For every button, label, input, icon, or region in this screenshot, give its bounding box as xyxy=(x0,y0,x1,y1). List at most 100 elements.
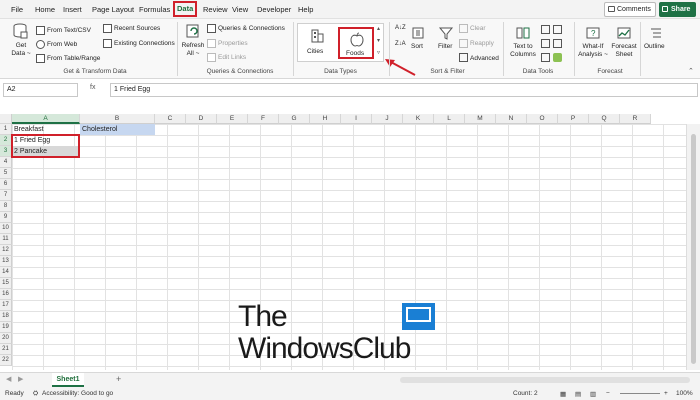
consolidate-icon[interactable] xyxy=(541,53,550,62)
vertical-scrollbar[interactable] xyxy=(686,124,700,370)
row-header-10[interactable]: 10 xyxy=(0,223,12,234)
tab-data[interactable]: Data xyxy=(173,1,198,17)
column-header-g[interactable]: G xyxy=(279,114,310,124)
row-header-5[interactable]: 5 xyxy=(0,168,12,179)
advanced[interactable]: Advanced xyxy=(470,55,499,62)
row-header-12[interactable]: 12 xyxy=(0,245,12,256)
queries-connections[interactable]: Queries & Connections xyxy=(218,25,285,32)
text-to-columns-button[interactable]: Text to Columns xyxy=(508,23,538,65)
cities-button[interactable]: Cities xyxy=(302,27,332,61)
tab-insert[interactable]: Insert xyxy=(61,3,84,16)
forecast-sheet-button[interactable]: Forecast Sheet xyxy=(610,23,638,65)
add-sheet-button[interactable]: + xyxy=(116,374,121,384)
comments-button[interactable]: Comments xyxy=(604,2,656,17)
row-header-15[interactable]: 15 xyxy=(0,278,12,289)
row-header-16[interactable]: 16 xyxy=(0,289,12,300)
formula-input[interactable]: 1 Fried Egg xyxy=(110,83,698,97)
row-header-9[interactable]: 9 xyxy=(0,212,12,223)
column-header-c[interactable]: C xyxy=(155,114,186,124)
row-header-8[interactable]: 8 xyxy=(0,201,12,212)
refresh-all-button[interactable]: Refresh All ~ xyxy=(181,23,205,65)
column-header-q[interactable]: Q xyxy=(589,114,620,124)
tab-developer[interactable]: Developer xyxy=(255,3,293,16)
column-header-f[interactable]: F xyxy=(248,114,279,124)
sort-az-icon[interactable]: A↓Z xyxy=(395,25,406,31)
tab-help[interactable]: Help xyxy=(296,3,315,16)
row-header-21[interactable]: 21 xyxy=(0,344,12,355)
tab-formulas[interactable]: Formulas xyxy=(137,3,172,16)
column-header-r[interactable]: R xyxy=(620,114,651,124)
chevron-up-icon[interactable]: ▴ xyxy=(377,25,380,32)
column-header-n[interactable]: N xyxy=(496,114,527,124)
row-header-11[interactable]: 11 xyxy=(0,234,12,245)
more-icon[interactable]: ▿ xyxy=(377,49,380,56)
outline-button[interactable]: Outline xyxy=(643,23,669,65)
select-all-corner[interactable] xyxy=(0,114,12,124)
column-header-d[interactable]: D xyxy=(186,114,217,124)
column-header-p[interactable]: P xyxy=(558,114,589,124)
next-sheet-icon[interactable]: ▶ xyxy=(18,375,23,383)
tab-file[interactable]: File xyxy=(9,3,25,16)
remove-duplicates-icon[interactable] xyxy=(553,25,562,34)
row-header-13[interactable]: 13 xyxy=(0,256,12,267)
flash-fill-icon[interactable] xyxy=(541,25,550,34)
fx-icon[interactable]: fx xyxy=(90,84,95,91)
row-header-17[interactable]: 17 xyxy=(0,300,12,311)
tab-page-layout[interactable]: Page Layout xyxy=(90,3,136,16)
from-table-range[interactable]: From Table/Range xyxy=(47,55,100,62)
column-header-o[interactable]: O xyxy=(527,114,558,124)
row-header-14[interactable]: 14 xyxy=(0,267,12,278)
zoom-in-icon[interactable]: + xyxy=(664,390,668,397)
tab-view[interactable]: View xyxy=(230,3,250,16)
column-header-i[interactable]: I xyxy=(341,114,372,124)
ribbon-separator xyxy=(574,22,575,76)
from-web[interactable]: From Web xyxy=(47,41,77,48)
from-text-csv[interactable]: From Text/CSV xyxy=(47,27,91,34)
whatif-button[interactable]: ? What-If Analysis ~ xyxy=(578,23,608,65)
row-header-6[interactable]: 6 xyxy=(0,179,12,190)
normal-view-icon[interactable]: ▦ xyxy=(560,390,566,398)
page-break-view-icon[interactable]: ▥ xyxy=(590,390,596,398)
zoom-slider[interactable] xyxy=(620,393,660,394)
recent-sources[interactable]: Recent Sources xyxy=(114,25,160,32)
page-layout-view-icon[interactable]: ▤ xyxy=(575,390,581,398)
foods-button[interactable]: Foods xyxy=(338,27,374,59)
row-header-7[interactable]: 7 xyxy=(0,190,12,201)
row-header-4[interactable]: 4 xyxy=(0,157,12,168)
column-header-a[interactable]: A xyxy=(12,114,80,124)
tab-home[interactable]: Home xyxy=(33,3,57,16)
filter-button[interactable]: Filter xyxy=(435,23,457,65)
row-header-22[interactable]: 22 xyxy=(0,355,12,366)
status-accessibility[interactable]: Accessibility: Good to go xyxy=(42,390,113,397)
data-validation-icon[interactable] xyxy=(541,39,550,48)
sort-button[interactable]: Sort xyxy=(408,23,428,65)
column-header-b[interactable]: B xyxy=(80,114,155,124)
relationships-icon[interactable] xyxy=(553,39,562,48)
get-data-button[interactable]: Get Data ~ xyxy=(6,23,34,65)
horizontal-scrollbar[interactable] xyxy=(400,377,690,383)
accessibility-icon[interactable]: ⛭ xyxy=(33,390,38,398)
column-header-k[interactable]: K xyxy=(403,114,434,124)
column-header-e[interactable]: E xyxy=(217,114,248,124)
sort-za-icon[interactable]: Z↓A xyxy=(395,41,406,47)
row-header-19[interactable]: 19 xyxy=(0,322,12,333)
column-header-h[interactable]: H xyxy=(310,114,341,124)
column-header-j[interactable]: J xyxy=(372,114,403,124)
column-header-m[interactable]: M xyxy=(465,114,496,124)
prev-sheet-icon[interactable]: ◀ xyxy=(6,375,11,383)
collapse-ribbon-icon[interactable]: ⌃ xyxy=(688,67,694,75)
row-header-18[interactable]: 18 xyxy=(0,311,12,322)
row-header-20[interactable]: 20 xyxy=(0,333,12,344)
existing-connections[interactable]: Existing Connections xyxy=(114,40,175,47)
zoom-level[interactable]: 100% xyxy=(676,390,693,397)
tab-review[interactable]: Review xyxy=(201,3,230,16)
name-box[interactable]: A2 xyxy=(3,83,78,97)
zoom-out-icon[interactable]: − xyxy=(606,390,610,397)
vertical-scroll-thumb[interactable] xyxy=(691,134,696,364)
share-button[interactable]: Share xyxy=(659,2,696,17)
sheet-tab-sheet1[interactable]: Sheet1 xyxy=(52,373,84,387)
column-header-l[interactable]: L xyxy=(434,114,465,124)
cell-b1[interactable]: Cholesterol xyxy=(80,124,117,135)
data-model-icon[interactable] xyxy=(553,53,562,62)
chevron-down-icon[interactable]: ▾ xyxy=(377,37,380,44)
